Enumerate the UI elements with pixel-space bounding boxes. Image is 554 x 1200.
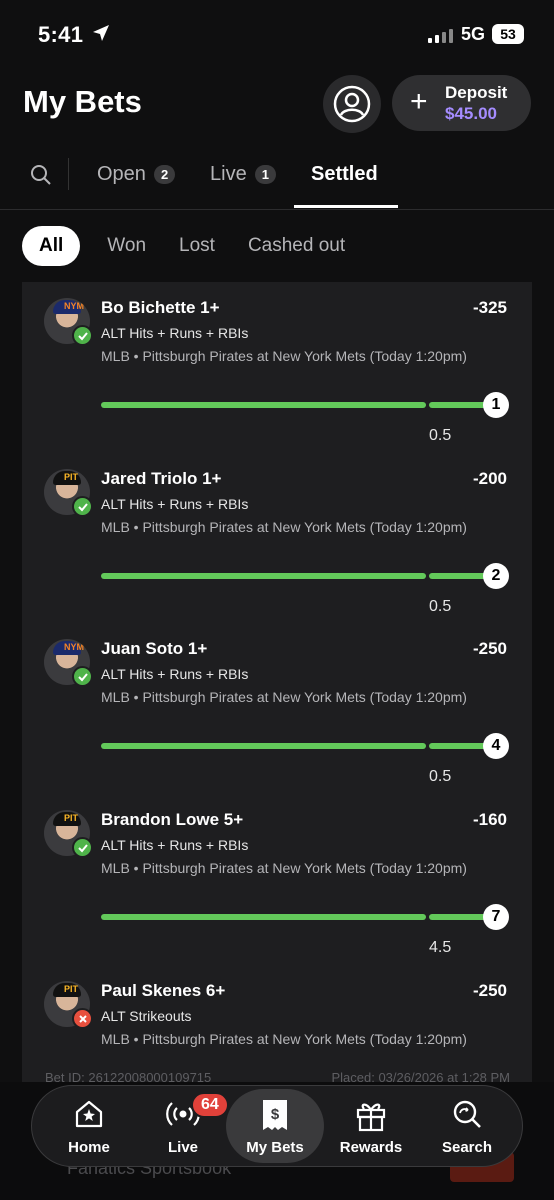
tab-open-count: 2 bbox=[153, 165, 176, 184]
market-name: ALT Hits + Runs + RBIs bbox=[101, 496, 249, 512]
market-name: ALT Strikeouts bbox=[101, 1008, 192, 1024]
leg-odds: -250 bbox=[472, 981, 507, 1000]
signal-icon bbox=[428, 27, 453, 43]
event-info: MLB • Pittsburgh Pirates at New York Met… bbox=[101, 860, 467, 876]
live-count-badge: 64 bbox=[191, 1092, 229, 1118]
won-check-icon bbox=[72, 325, 93, 346]
event-info: MLB • Pittsburgh Pirates at New York Met… bbox=[101, 348, 467, 364]
home-star-icon bbox=[75, 1100, 103, 1128]
nav-live-label: Live bbox=[167, 1139, 198, 1156]
bet-status-tabs: Open 2 Live 1 Settled bbox=[0, 150, 554, 210]
market-name: ALT Hits + Runs + RBIs bbox=[101, 837, 249, 853]
divider bbox=[68, 158, 69, 190]
status-bar: 5:41 5G 53 bbox=[0, 0, 554, 70]
player-selection: Brandon Lowe 5+ bbox=[101, 810, 244, 829]
progress-bar bbox=[101, 573, 426, 579]
tab-open[interactable]: Open 2 bbox=[97, 163, 176, 186]
event-info: MLB • Pittsburgh Pirates at New York Met… bbox=[101, 519, 467, 535]
nav-rewards[interactable]: Rewards bbox=[322, 1086, 420, 1166]
leg-odds: -325 bbox=[472, 298, 507, 317]
event-info: MLB • Pittsburgh Pirates at New York Met… bbox=[101, 689, 467, 705]
won-check-icon bbox=[72, 496, 93, 517]
cap-logo-icon: NYM bbox=[53, 641, 84, 655]
nav-live[interactable]: 64 Live bbox=[134, 1086, 232, 1166]
filter-won[interactable]: Won bbox=[107, 235, 146, 257]
bet-leg: NYM Bo Bichette 1+ -325 ALT Hits + Runs … bbox=[22, 290, 532, 460]
account-button[interactable] bbox=[323, 75, 381, 133]
filter-lost[interactable]: Lost bbox=[179, 235, 215, 257]
nav-search[interactable]: Search bbox=[418, 1086, 516, 1166]
tab-open-label: Open bbox=[97, 163, 146, 185]
nav-search-label: Search bbox=[441, 1139, 493, 1156]
result-value: 7 bbox=[483, 904, 509, 930]
user-profile-icon bbox=[333, 85, 371, 123]
nav-my-bets[interactable]: $ My Bets bbox=[226, 1089, 324, 1163]
search-icon[interactable] bbox=[30, 164, 52, 186]
search-icon bbox=[453, 1100, 481, 1128]
deposit-button[interactable]: + Deposit $45.00 bbox=[392, 75, 531, 131]
bet-leg: NYM Juan Soto 1+ -250 ALT Hits + Runs + … bbox=[22, 631, 532, 801]
progress-bar bbox=[101, 914, 426, 920]
bet-card[interactable]: NYM Bo Bichette 1+ -325 ALT Hits + Runs … bbox=[22, 282, 532, 1108]
player-selection: Juan Soto 1+ bbox=[101, 639, 208, 658]
nav-rewards-label: Rewards bbox=[339, 1139, 403, 1156]
filter-all[interactable]: All bbox=[22, 226, 81, 266]
result-filters: All Won Lost Cashed out bbox=[22, 225, 378, 267]
market-name: ALT Hits + Runs + RBIs bbox=[101, 325, 249, 341]
cap-logo-icon: PIT bbox=[53, 983, 81, 997]
nav-my-bets-label: My Bets bbox=[246, 1139, 304, 1156]
line-value: 0.5 bbox=[429, 598, 452, 615]
result-value: 4 bbox=[483, 733, 509, 759]
active-tab-indicator bbox=[294, 205, 398, 208]
tab-live-label: Live bbox=[210, 163, 247, 185]
result-value: 1 bbox=[483, 392, 509, 418]
lost-x-icon bbox=[72, 1008, 93, 1029]
page-title: My Bets bbox=[23, 84, 142, 119]
plus-icon: + bbox=[410, 85, 428, 118]
leg-odds: -160 bbox=[472, 810, 507, 829]
market-name: ALT Hits + Runs + RBIs bbox=[101, 666, 249, 682]
filter-cashed-out[interactable]: Cashed out bbox=[248, 235, 345, 257]
location-arrow-icon bbox=[93, 25, 109, 41]
tab-settled[interactable]: Settled bbox=[311, 163, 378, 186]
gift-icon bbox=[356, 1103, 386, 1132]
player-selection: Jared Triolo 1+ bbox=[101, 469, 222, 488]
cap-logo-icon: NYM bbox=[53, 300, 84, 314]
won-check-icon bbox=[72, 837, 93, 858]
tab-settled-label: Settled bbox=[311, 163, 378, 185]
nav-home-label: Home bbox=[68, 1139, 110, 1156]
bet-slip-icon: $ bbox=[263, 1100, 287, 1130]
event-info: MLB • Pittsburgh Pirates at New York Met… bbox=[101, 1031, 467, 1047]
won-check-icon bbox=[72, 666, 93, 687]
bet-leg: PIT Jared Triolo 1+ -200 ALT Hits + Runs… bbox=[22, 461, 532, 631]
line-value: 0.5 bbox=[429, 427, 452, 444]
bottom-nav: Home 64 Live $ My Bets Rewards Search bbox=[31, 1085, 523, 1167]
balance-amount: $45.00 bbox=[445, 104, 497, 123]
deposit-label: Deposit bbox=[445, 83, 508, 102]
battery-icon: 53 bbox=[492, 24, 524, 44]
svg-text:$: $ bbox=[271, 1106, 280, 1123]
player-selection: Paul Skenes 6+ bbox=[101, 981, 226, 1000]
player-selection: Bo Bichette 1+ bbox=[101, 298, 220, 317]
leg-odds: -200 bbox=[472, 469, 507, 488]
progress-bar bbox=[101, 402, 426, 408]
result-value: 2 bbox=[483, 563, 509, 589]
line-value: 0.5 bbox=[429, 768, 452, 785]
line-value: 4.5 bbox=[429, 939, 452, 956]
progress-bar bbox=[101, 743, 426, 749]
tab-live[interactable]: Live 1 bbox=[210, 163, 276, 186]
cap-logo-icon: PIT bbox=[53, 812, 81, 826]
nav-home[interactable]: Home bbox=[40, 1086, 138, 1166]
status-time: 5:41 bbox=[38, 22, 84, 47]
tab-live-count: 1 bbox=[254, 165, 276, 184]
bet-leg: PIT Brandon Lowe 5+ -160 ALT Hits + Runs… bbox=[22, 802, 532, 972]
network-type: 5G bbox=[461, 24, 486, 44]
cap-logo-icon: PIT bbox=[53, 471, 81, 485]
leg-odds: -250 bbox=[472, 639, 507, 658]
